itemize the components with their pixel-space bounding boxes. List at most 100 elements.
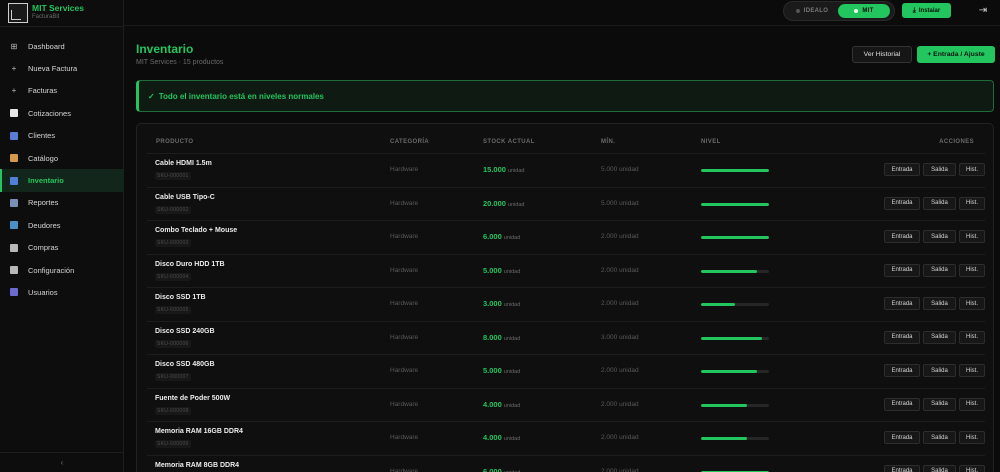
entrada-button[interactable]: Entrada	[884, 196, 920, 210]
salida-button[interactable]: Salida	[923, 163, 956, 176]
sidebar-nav: ⊞ Dashboard + Nueva Factura + Facturas Cotizac…	[0, 35, 124, 304]
sidebar-item-7[interactable]: Inventario	[0, 169, 124, 193]
line-chart-icon	[9, 198, 19, 208]
sidebar-item-5[interactable]: Clientes	[0, 125, 124, 147]
product-name: Cable HDMI 1.5m	[155, 160, 212, 167]
entrada-button[interactable]: Entrada	[884, 297, 920, 310]
table-row: Disco Duro HDD 1TB SKU-000004 Hardware 5.00…	[147, 253, 985, 288]
sidebar-item-3[interactable]: + Facturas	[0, 80, 124, 102]
sidebar-item-label: Dashboard	[28, 41, 65, 51]
switch-idealo-label: IDEALO	[803, 8, 829, 14]
hist-button[interactable]: Hist.	[959, 230, 985, 243]
salida-button[interactable]: Salida	[923, 330, 956, 344]
box-icon-shape	[10, 154, 18, 163]
clipboard-icon-shape	[10, 109, 18, 118]
product-name: Disco SSD 240GB	[155, 327, 215, 335]
table-header: PRODUCTO CATEGORÍA STOCK ACTUAL MÍN. NIV…	[137, 136, 993, 152]
salida-button[interactable]: Salida	[923, 297, 956, 310]
hist-button[interactable]: Hist.	[959, 163, 985, 176]
app-root: MIT Services FacturaBit ⊞ Dashboard + Nueva…	[0, 0, 1000, 472]
grid-icon: ⊞	[10, 41, 18, 51]
collapse-sidebar-button[interactable]: ‹	[0, 452, 124, 472]
sidebar-item-label: Configuración	[28, 265, 75, 275]
product-category: Hardware	[390, 266, 419, 274]
product-code: SKU-000002	[155, 205, 191, 214]
stock-unit: unidad	[503, 268, 521, 275]
product-category: Hardware	[390, 333, 419, 341]
hist-button[interactable]: Hist.	[959, 263, 985, 277]
entrada-button[interactable]: Entrada	[884, 364, 920, 377]
sidebar-item-9[interactable]: Deudores	[0, 214, 124, 236]
row-actions: Entrada Salida Hist.	[881, 330, 985, 345]
hist-button[interactable]: Hist.	[959, 330, 985, 344]
hist-button[interactable]: Hist.	[959, 196, 985, 210]
sidebar-item-label: Inventario	[28, 176, 64, 186]
sidebar-item-label: Reportes	[28, 198, 59, 208]
idealo-dot-icon	[795, 9, 800, 13]
salida-button[interactable]: Salida	[923, 464, 956, 472]
stock-unit: unidad	[507, 201, 525, 208]
header-stock: STOCK ACTUAL	[483, 139, 535, 145]
sidebar-item-1[interactable]: ⊞ Dashboard	[0, 35, 124, 57]
entrada-button[interactable]: Entrada	[884, 464, 920, 472]
stock-level-fill	[701, 269, 758, 273]
users-icon-shape	[10, 288, 18, 297]
table-row: Cable USB Tipo-C SKU-000002 Hardware 20.000…	[147, 186, 985, 221]
row-actions: Entrada Salida Hist.	[881, 397, 985, 412]
view-history-button[interactable]: Ver Historial	[852, 46, 912, 63]
hist-button[interactable]: Hist.	[959, 297, 985, 310]
salida-button[interactable]: Salida	[923, 230, 956, 243]
sidebar-item-label: Clientes	[28, 131, 56, 141]
product-code: SKU-000006	[155, 339, 191, 348]
page-title: Inventario	[136, 42, 194, 56]
hist-button[interactable]: Hist.	[959, 464, 985, 472]
row-actions: Entrada Salida Hist.	[881, 196, 985, 211]
table-row: Memoria RAM 8GB DDR4SKU-000010Hardware6.…	[147, 454, 985, 472]
entrada-button[interactable]: Entrada	[884, 431, 920, 444]
entrada-button[interactable]: Entrada	[884, 230, 920, 243]
product-code: SKU-000008	[155, 406, 191, 415]
check-icon: ✓	[148, 91, 155, 101]
switch-option-mit[interactable]: MIT	[838, 4, 890, 18]
salida-button[interactable]: Salida	[923, 196, 956, 210]
entrada-button[interactable]: Entrada	[884, 397, 920, 411]
sidebar-item-12[interactable]: Usuarios	[0, 281, 124, 303]
product-category: Hardware	[390, 367, 419, 374]
entrada-button[interactable]: Entrada	[884, 163, 920, 176]
entrada-button[interactable]: Entrada	[884, 263, 920, 277]
min-value: 3.000 unidad	[601, 333, 639, 341]
salida-button[interactable]: Salida	[923, 431, 956, 444]
min-value: 5.000 unidad	[601, 166, 639, 173]
sidebar-item-4[interactable]: Cotizaciones	[0, 102, 124, 124]
stock-level-bar	[701, 202, 769, 206]
min-value: 2.000 unidad	[601, 434, 639, 441]
sidebar-item-label: Facturas	[28, 86, 58, 96]
entrada-button[interactable]: Entrada	[884, 330, 920, 344]
salida-button[interactable]: Salida	[923, 263, 956, 277]
product-category: Hardware	[390, 434, 419, 441]
cart-icon	[9, 243, 19, 253]
sidebar-item-10[interactable]: Compras	[0, 237, 124, 259]
stock-amount: 5.000	[483, 265, 502, 275]
sidebar-item-label: Usuarios	[28, 287, 58, 297]
hist-button[interactable]: Hist.	[959, 431, 985, 444]
sidebar-item-6[interactable]: Catálogo	[0, 147, 124, 169]
line-chart-icon-shape	[10, 198, 18, 207]
hist-button[interactable]: Hist.	[959, 364, 985, 377]
add-entry-button[interactable]: + Entrada / Ajuste	[917, 46, 995, 63]
stock-unit: unidad	[503, 436, 521, 442]
salida-button[interactable]: Salida	[923, 397, 956, 411]
stock-value: 5.000 unidad	[483, 266, 520, 275]
stock-value: 6.000unidad	[483, 467, 520, 472]
header-actions: ACCIONES	[939, 139, 974, 145]
sidebar-item-2[interactable]: + Nueva Factura	[0, 57, 124, 79]
user-icon	[9, 131, 19, 141]
sidebar-item-11[interactable]: Configuración	[0, 259, 124, 281]
hist-button[interactable]: Hist.	[959, 397, 985, 411]
install-button[interactable]: ⤓ Instalar	[902, 3, 951, 18]
sidebar-item-8[interactable]: Reportes	[0, 192, 124, 214]
switch-option-idealo[interactable]: IDEALO	[788, 4, 836, 18]
salida-button[interactable]: Salida	[923, 364, 956, 377]
page-subtitle: MIT Services · 15 productos	[136, 59, 224, 66]
logout-icon[interactable]: ⇥	[977, 5, 989, 17]
